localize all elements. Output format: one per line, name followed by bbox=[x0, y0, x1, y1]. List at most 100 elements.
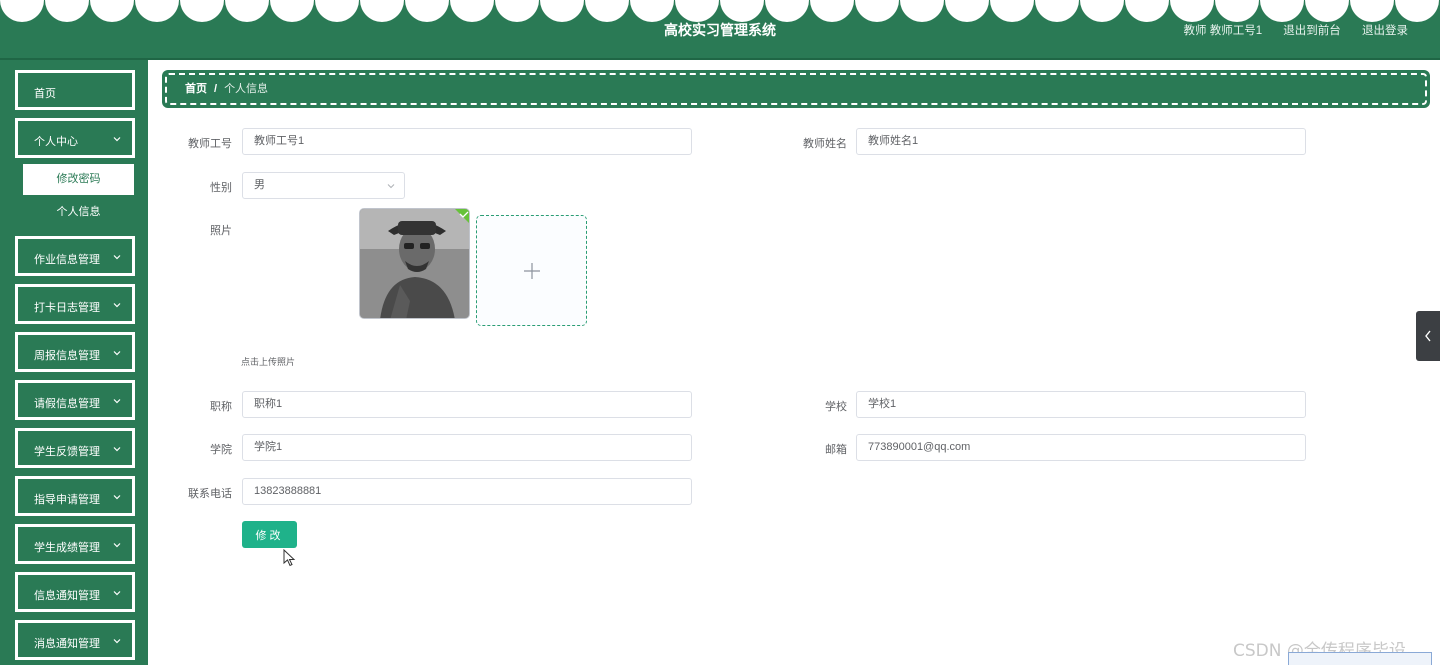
scallop-shape bbox=[45, 0, 89, 22]
sidebar-item-guidance-request[interactable]: 指导申请管理 bbox=[15, 476, 135, 516]
scallop-shape bbox=[1260, 0, 1304, 22]
photo-upload-button[interactable] bbox=[476, 215, 587, 326]
photo-label: 照片 bbox=[210, 225, 232, 237]
sidebar-item-homework[interactable]: 作业信息管理 bbox=[15, 236, 135, 276]
sidebar-item-home[interactable]: 首页 bbox=[15, 70, 135, 110]
scallop-shape bbox=[450, 0, 494, 22]
scallop-shape bbox=[1125, 0, 1169, 22]
breadcrumb-inner: 首页 / 个人信息 bbox=[165, 73, 1427, 105]
sidebar-item-label: 打卡日志管理 bbox=[34, 302, 100, 314]
college-label: 学院 bbox=[210, 444, 232, 456]
top-header: 高校实习管理系统 教师 教师工号1 退出到前台 退出登录 bbox=[0, 0, 1440, 60]
sidebar-item-label: 消息通知管理 bbox=[34, 638, 100, 650]
portrait-image bbox=[360, 209, 469, 318]
sidebar-menu: 首页 个人中心 修改密码 个人信息 作业信息管理 打卡日志管理 周报信息管理 请… bbox=[0, 60, 148, 665]
breadcrumb: 首页 / 个人信息 bbox=[162, 70, 1430, 108]
scallop-shape bbox=[1305, 0, 1349, 22]
teacher-name-input[interactable]: 教师姓名1 bbox=[856, 128, 1306, 155]
chevron-down-icon bbox=[113, 303, 121, 308]
scallop-shape bbox=[855, 0, 899, 22]
uploaded-photo-thumbnail[interactable] bbox=[359, 208, 470, 319]
sidebar-item-label: 作业信息管理 bbox=[34, 254, 100, 266]
chevron-down-icon bbox=[113, 399, 121, 404]
scallop-shape bbox=[315, 0, 359, 22]
scallop-shape bbox=[495, 0, 539, 22]
gender-select[interactable]: 男 bbox=[242, 172, 405, 199]
scallop-shape bbox=[585, 0, 629, 22]
scallop-shape bbox=[990, 0, 1034, 22]
system-tray-strip bbox=[1288, 652, 1432, 665]
email-input[interactable]: 773890001@qq.com bbox=[856, 434, 1306, 461]
scallop-shape bbox=[1215, 0, 1259, 22]
teacher-id-label: 教师工号 bbox=[188, 138, 232, 150]
sidebar-subitem-change-password[interactable]: 修改密码 bbox=[23, 164, 134, 195]
header-user-area: 教师 教师工号1 退出到前台 退出登录 bbox=[1184, 22, 1409, 38]
scallop-shape bbox=[630, 0, 674, 22]
logout-link[interactable]: 退出登录 bbox=[1362, 25, 1408, 37]
sidebar-item-label: 首页 bbox=[34, 88, 56, 100]
chevron-down-icon bbox=[113, 137, 121, 142]
chevron-down-icon bbox=[113, 639, 121, 644]
breadcrumb-home[interactable]: 首页 bbox=[185, 83, 207, 95]
email-label: 邮箱 bbox=[825, 444, 847, 456]
scallop-shape bbox=[945, 0, 989, 22]
sidebar-item-message-notice[interactable]: 消息通知管理 bbox=[15, 620, 135, 660]
chevron-down-icon bbox=[113, 495, 121, 500]
plus-icon bbox=[524, 263, 540, 279]
sidebar-item-student-feedback[interactable]: 学生反馈管理 bbox=[15, 428, 135, 468]
side-panel-toggle[interactable] bbox=[1416, 311, 1440, 361]
teacher-name-label: 教师姓名 bbox=[803, 138, 847, 150]
mouse-cursor-icon bbox=[283, 549, 296, 567]
scallop-shape bbox=[180, 0, 224, 22]
sidebar-subitem-personal-info[interactable]: 个人信息 bbox=[23, 197, 134, 228]
scallop-shape bbox=[1170, 0, 1214, 22]
current-user-label: 教师 教师工号1 bbox=[1183, 25, 1263, 37]
exit-to-front-link[interactable]: 退出到前台 bbox=[1283, 25, 1341, 37]
gender-selected-value: 男 bbox=[254, 179, 265, 191]
sidebar-item-label: 信息通知管理 bbox=[34, 590, 100, 602]
chevron-down-icon bbox=[387, 184, 395, 189]
submit-button[interactable]: 修改 bbox=[242, 521, 297, 548]
sidebar-item-label: 周报信息管理 bbox=[34, 350, 100, 362]
scallop-shape bbox=[360, 0, 404, 22]
chevron-down-icon bbox=[113, 351, 121, 356]
teacher-id-input[interactable]: 教师工号1 bbox=[242, 128, 692, 155]
sidebar-item-checkin-log[interactable]: 打卡日志管理 bbox=[15, 284, 135, 324]
college-input[interactable]: 学院1 bbox=[242, 434, 692, 461]
chevron-down-icon bbox=[113, 447, 121, 452]
scallop-shape bbox=[810, 0, 854, 22]
sidebar-item-label: 个人中心 bbox=[34, 136, 78, 148]
gender-label: 性别 bbox=[210, 182, 232, 194]
scallop-shape bbox=[1395, 0, 1439, 22]
chevron-left-icon bbox=[1425, 330, 1431, 342]
sidebar-item-label: 学生成绩管理 bbox=[34, 542, 100, 554]
sidebar-item-leave[interactable]: 请假信息管理 bbox=[15, 380, 135, 420]
sidebar-item-info-notice[interactable]: 信息通知管理 bbox=[15, 572, 135, 612]
scallop-shape bbox=[1035, 0, 1079, 22]
scallop-shape bbox=[405, 0, 449, 22]
scallop-shape bbox=[1350, 0, 1394, 22]
sidebar-item-weekly-report[interactable]: 周报信息管理 bbox=[15, 332, 135, 372]
phone-input[interactable]: 13823888881 bbox=[242, 478, 692, 505]
sidebar-item-student-grades[interactable]: 学生成绩管理 bbox=[15, 524, 135, 564]
sidebar-item-personal-center[interactable]: 个人中心 bbox=[15, 118, 135, 158]
school-label: 学校 bbox=[825, 401, 847, 413]
scallop-shape bbox=[0, 0, 44, 22]
scallop-shape bbox=[765, 0, 809, 22]
scallop-shape bbox=[900, 0, 944, 22]
scallop-shape bbox=[135, 0, 179, 22]
scallop-shape bbox=[675, 0, 719, 22]
breadcrumb-current: 个人信息 bbox=[224, 83, 269, 95]
breadcrumb-separator: / bbox=[214, 83, 218, 95]
scallop-decoration bbox=[0, 0, 1440, 22]
job-title-label: 职称 bbox=[210, 401, 232, 413]
school-input[interactable]: 学校1 bbox=[856, 391, 1306, 418]
scallop-shape bbox=[1080, 0, 1124, 22]
scallop-shape bbox=[270, 0, 314, 22]
job-title-input[interactable]: 职称1 bbox=[242, 391, 692, 418]
chevron-down-icon bbox=[113, 255, 121, 260]
phone-label: 联系电话 bbox=[188, 488, 232, 500]
scallop-shape bbox=[225, 0, 269, 22]
sidebar-item-label: 学生反馈管理 bbox=[34, 446, 100, 458]
sidebar-item-label: 请假信息管理 bbox=[34, 398, 100, 410]
